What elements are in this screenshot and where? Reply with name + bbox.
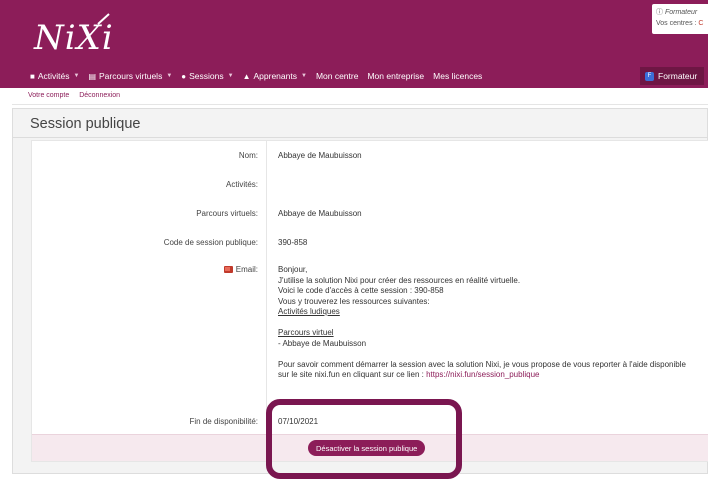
image-icon: ▤	[88, 71, 97, 81]
nav-activites-label: Activités	[37, 71, 70, 81]
nav-activites[interactable]: ■ Activités ▼	[30, 71, 79, 81]
email-line: Pour savoir comment démarrer la session …	[278, 359, 686, 369]
user-badge: F	[645, 71, 654, 81]
page-title: Session publique	[30, 116, 141, 132]
caret-down-icon: ▼	[73, 73, 80, 79]
nav-parcours[interactable]: ▤ Parcours virtuels ▼	[88, 71, 172, 81]
code-value: 390-858	[278, 238, 308, 247]
nav-parcours-label: Parcours virtuels	[99, 71, 163, 81]
nav-mes-licences[interactable]: Mes licences	[433, 71, 482, 81]
fin-label: Fin de disponibilité:	[189, 417, 258, 426]
email-label-row[interactable]: Email:	[223, 265, 258, 274]
email-activities-link[interactable]: Activités ludiques	[278, 307, 698, 318]
nav-apprenants-label: Apprenants	[253, 71, 297, 81]
logout-link[interactable]: Déconnexion	[79, 92, 120, 99]
nav-mon-centre[interactable]: Mon centre	[316, 71, 359, 81]
square-icon: ■	[30, 71, 35, 81]
user-info-box: ⓘ Formateur Vos centres : C	[652, 4, 708, 34]
info-centres: Vos centres :	[656, 20, 697, 27]
nom-label: Nom:	[238, 151, 258, 160]
user-role-menu[interactable]: F Formateur	[640, 67, 704, 85]
graduation-cap-icon: ▲	[242, 71, 251, 81]
email-line: - Abbaye de Maubuisson	[278, 338, 367, 348]
nom-value: Abbaye de Maubuisson	[278, 151, 362, 160]
email-gap	[278, 349, 698, 360]
email-line-with-link: sur le site nixi.fun en cliquant sur ce …	[278, 370, 698, 381]
nav-sessions-label: Sessions	[189, 71, 224, 81]
email-line: Voici le code d'accès à cette session : …	[278, 286, 444, 295]
copy-icon[interactable]	[223, 266, 233, 273]
caret-down-icon: ▼	[300, 73, 307, 79]
caret-down-icon: ▼	[227, 73, 234, 79]
session-publique-link[interactable]: https://nixi.fun/session_publique	[426, 370, 539, 379]
email-parcours-link[interactable]: Parcours virtuel	[278, 328, 698, 339]
nav-mon-centre-label: Mon centre	[315, 71, 359, 81]
parcours-label: Parcours virtuels:	[196, 209, 258, 218]
nav-sessions[interactable]: ● Sessions ▼	[181, 71, 233, 81]
account-link[interactable]: Votre compte	[28, 92, 69, 99]
comment-icon: ●	[181, 71, 187, 81]
nav-apprenants[interactable]: ▲ Apprenants ▼	[243, 71, 307, 81]
email-line: J'utilise la solution Nixi pour créer de…	[278, 275, 521, 285]
email-text: sur le site nixi.fun en cliquant sur ce …	[278, 370, 427, 379]
title-divider	[13, 137, 708, 138]
divider	[12, 104, 708, 105]
column-divider	[266, 141, 267, 434]
parcours-value: Abbaye de Maubuisson	[278, 209, 362, 218]
email-message: Bonjour, J'utilise la solution Nixi pour…	[278, 265, 698, 381]
email-gap	[278, 318, 698, 329]
nav-mon-entreprise-label: Mon entreprise	[367, 71, 425, 81]
info-icon: ⓘ	[656, 9, 663, 16]
email-line: Vous y trouverez les ressources suivante…	[278, 296, 430, 306]
top-header: NiXi ⓘ Formateur Vos centres : C ■ Activ…	[0, 0, 708, 88]
nav-mes-licences-label: Mes licences	[433, 71, 483, 81]
code-label: Code de session publique:	[163, 238, 258, 247]
user-role-label: Formateur	[658, 71, 698, 81]
main-nav: ■ Activités ▼ ▤ Parcours virtuels ▼ ● Se…	[30, 68, 491, 84]
account-links: Votre compte Déconnexion	[28, 92, 128, 99]
activites-label: Activités:	[225, 180, 258, 189]
info-role: Formateur	[664, 9, 698, 16]
caret-down-icon: ▼	[166, 73, 173, 79]
logo-swoosh-icon	[97, 13, 110, 25]
nav-mon-entreprise[interactable]: Mon entreprise	[367, 71, 424, 81]
highlight-frame	[266, 399, 462, 479]
email-label: Email:	[235, 265, 258, 274]
email-line: Bonjour,	[278, 265, 308, 274]
